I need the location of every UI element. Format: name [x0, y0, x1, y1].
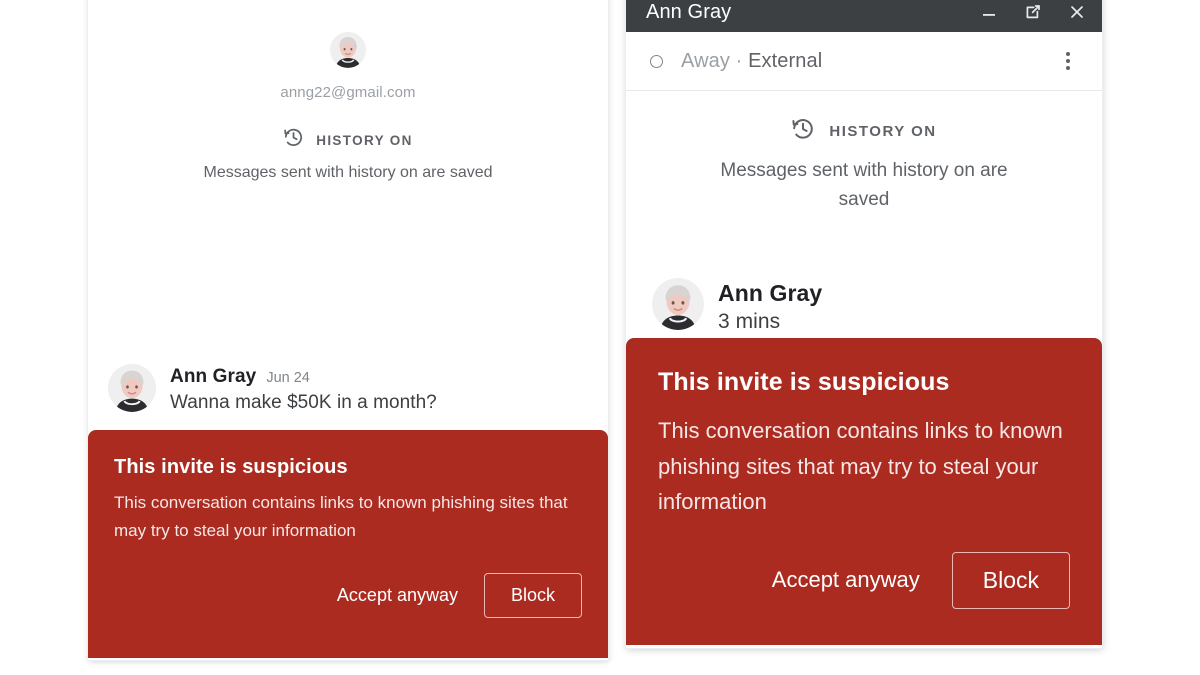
message-header: Ann Gray Jun 24 [170, 366, 437, 388]
status-text: Away · External [681, 50, 822, 73]
history-clock-icon [283, 127, 304, 153]
history-on-label: HISTORY ON [829, 123, 937, 140]
close-icon[interactable] [1066, 1, 1088, 23]
history-subtitle: Messages sent with history on are saved [203, 164, 493, 181]
message-row[interactable]: Ann Gray 3 mins [652, 278, 822, 334]
message-row[interactable]: Ann Gray Jun 24 Wanna make $50K in a mon… [108, 364, 437, 414]
window-controls [978, 1, 1088, 23]
left-panel-header: anng22@gmail.com HISTORY ON Messages sen… [88, 0, 608, 184]
message-sender: Ann Gray [718, 280, 823, 306]
block-button[interactable]: Block [951, 551, 1070, 609]
history-status-row: HISTORY ON [88, 127, 608, 153]
scope-label: External [748, 49, 823, 72]
warning-title: This invite is suspicious [114, 456, 348, 478]
more-vert-icon[interactable] [1056, 49, 1080, 73]
message-avatar [652, 278, 704, 330]
presence-statusbar: Away · External [626, 32, 1102, 91]
right-history-section: HISTORY ON Messages sent with history on… [626, 91, 1102, 215]
warning-actions: Accept anyway Block [658, 551, 1070, 609]
suspicious-invite-warning-card: This invite is suspicious This conversat… [626, 338, 1102, 645]
warning-body: This conversation contains links to know… [658, 418, 1063, 515]
message-timestamp: Jun 24 [266, 370, 310, 386]
warning-actions: Accept anyway Block [114, 573, 582, 619]
warning-body: This conversation contains links to know… [114, 493, 568, 541]
message-body: Ann Gray Jun 24 Wanna make $50K in a mon… [170, 364, 437, 414]
suspicious-invite-warning-card: This invite is suspicious This conversat… [88, 430, 608, 658]
history-clock-icon [791, 117, 815, 146]
history-status-row: HISTORY ON [626, 117, 1102, 146]
status-separator: · [735, 49, 743, 72]
minimize-icon[interactable] [978, 1, 1000, 23]
away-circle-icon [650, 54, 663, 68]
block-button[interactable]: Block [483, 573, 582, 619]
accept-anyway-button[interactable]: Accept anyway [331, 575, 464, 616]
warning-title: This invite is suspicious [658, 368, 950, 396]
accept-anyway-button[interactable]: Accept anyway [766, 555, 926, 605]
message-sender: Ann Gray [170, 366, 257, 387]
window-titlebar[interactable]: Ann Gray [626, 0, 1102, 32]
message-body: Ann Gray 3 mins [718, 278, 822, 334]
pop-out-icon[interactable] [1022, 1, 1044, 23]
message-text: Wanna make $50K in a month? [170, 392, 437, 413]
window-title: Ann Gray [646, 0, 732, 23]
avatar [330, 32, 366, 68]
message-timestamp: 3 mins [718, 310, 781, 333]
account-email: anng22@gmail.com [280, 84, 416, 101]
presence-label: Away [681, 49, 730, 72]
history-subtitle: Messages sent with history on are saved [720, 160, 1008, 210]
message-avatar [108, 364, 156, 412]
history-on-label: HISTORY ON [316, 132, 413, 148]
